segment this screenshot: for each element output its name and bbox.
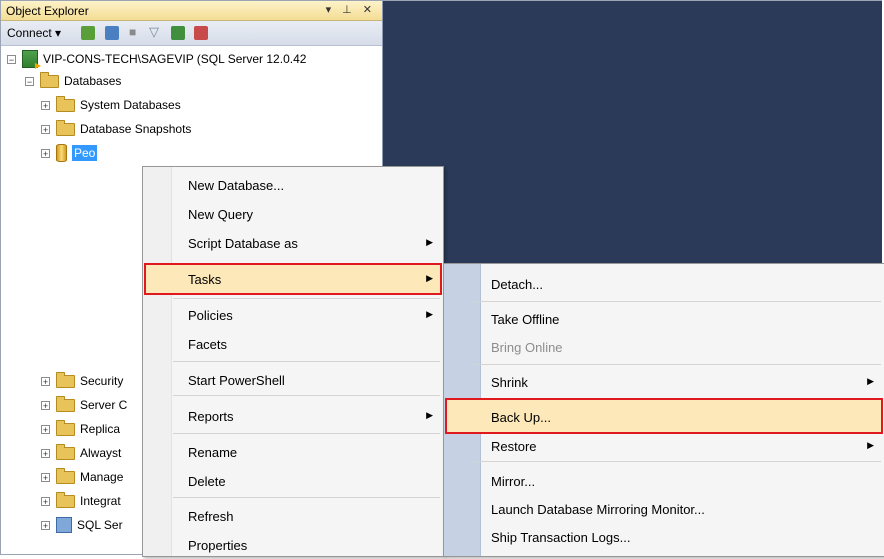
expand-icon[interactable]: + bbox=[41, 448, 50, 458]
submenu-arrow-icon: ▶ bbox=[426, 410, 433, 420]
server-icon bbox=[22, 50, 41, 70]
menu-item-properties[interactable]: Properties bbox=[143, 531, 443, 559]
object-explorer-title: Object Explorer bbox=[6, 4, 89, 18]
menu-item-new-query[interactable]: New Query bbox=[143, 200, 443, 228]
menu-separator bbox=[173, 361, 440, 362]
menu-separator bbox=[474, 461, 881, 462]
system-databases-label: System Databases bbox=[80, 98, 181, 112]
menu-separator bbox=[173, 298, 440, 299]
activity-monitor-icon[interactable] bbox=[194, 26, 208, 40]
menu-item-bring-online: Bring Online bbox=[491, 340, 563, 355]
expand-icon[interactable]: + bbox=[41, 520, 50, 530]
menu-item-reports[interactable]: Reports ▶ bbox=[143, 402, 443, 430]
menu-item-policies[interactable]: Policies ▶ bbox=[143, 301, 443, 329]
menu-item-shrink[interactable]: Shrink ▶ bbox=[444, 368, 884, 396]
sql-agent-label: SQL Ser bbox=[77, 518, 123, 532]
expand-icon[interactable]: + bbox=[41, 400, 50, 410]
disconnect-icon[interactable] bbox=[105, 26, 119, 40]
expand-icon[interactable]: + bbox=[41, 100, 50, 110]
menu-item-start-powershell[interactable]: Start PowerShell bbox=[143, 366, 443, 394]
database-snapshots-label: Database Snapshots bbox=[80, 122, 192, 136]
replication-label: Replica bbox=[80, 422, 121, 436]
expand-icon[interactable]: + bbox=[41, 124, 50, 134]
sql-agent-icon bbox=[56, 517, 72, 533]
tree-node-databases[interactable]: − Databases bbox=[25, 71, 121, 91]
menu-item-facets[interactable]: Facets bbox=[143, 330, 443, 358]
database-icon bbox=[56, 144, 67, 162]
submenu-arrow-icon: ▶ bbox=[426, 273, 433, 283]
security-label: Security bbox=[80, 374, 124, 388]
menu-item-refresh[interactable]: Refresh bbox=[143, 502, 443, 530]
folder-icon bbox=[56, 467, 75, 484]
expand-icon[interactable]: + bbox=[41, 496, 50, 506]
tree-node-replication[interactable]: + Replica bbox=[41, 419, 120, 439]
tree-node-sql-agent[interactable]: + SQL Ser bbox=[41, 515, 123, 535]
tree-node-server-objects[interactable]: + Server C bbox=[41, 395, 127, 415]
object-explorer-titlebar: Object Explorer ▾ ⊥ ✕ bbox=[1, 1, 382, 21]
submenu-arrow-icon: ▶ bbox=[867, 440, 874, 450]
menu-item-delete[interactable]: Delete bbox=[143, 467, 443, 495]
folder-icon bbox=[56, 443, 75, 460]
tree-node-management[interactable]: + Manage bbox=[41, 467, 123, 487]
menu-separator bbox=[173, 433, 440, 434]
menu-item-new-database[interactable]: New Database... bbox=[143, 171, 443, 199]
document-workspace bbox=[383, 1, 882, 271]
panel-window-buttons[interactable]: ▾ ⊥ ✕ bbox=[326, 3, 376, 16]
submenu-arrow-icon: ▶ bbox=[867, 376, 874, 386]
database-context-menu: New Database... New Query Script Databas… bbox=[142, 166, 444, 557]
menu-item-launch-mirroring-monitor[interactable]: Launch Database Mirroring Monitor... bbox=[444, 495, 884, 523]
collapse-icon[interactable]: − bbox=[25, 76, 34, 86]
tasks-submenu: Detach... Take Offline Bring Online Shri… bbox=[443, 263, 884, 557]
management-label: Manage bbox=[80, 470, 124, 484]
object-explorer-toolbar: Connect ▾ ■ ▽ bbox=[1, 21, 382, 46]
folder-icon bbox=[56, 419, 75, 436]
menu-item-ship-transaction-logs[interactable]: Ship Transaction Logs... bbox=[444, 523, 884, 551]
menu-separator bbox=[173, 395, 440, 396]
expand-icon[interactable]: + bbox=[41, 148, 50, 158]
expand-icon[interactable]: + bbox=[41, 472, 50, 482]
server-label: VIP-CONS-TECH\SAGEVIP (SQL Server 12.0.4… bbox=[43, 52, 307, 66]
menu-item-script-database-as[interactable]: Script Database as ▶ bbox=[143, 229, 443, 257]
databases-label: Databases bbox=[64, 74, 122, 88]
expand-icon[interactable]: + bbox=[41, 424, 50, 434]
menu-item-mirror[interactable]: Mirror... bbox=[444, 467, 884, 495]
tree-node-database-snapshots[interactable]: + Database Snapshots bbox=[41, 119, 191, 139]
tree-node-security[interactable]: + Security bbox=[41, 371, 123, 391]
folder-icon bbox=[56, 395, 75, 412]
menu-separator bbox=[173, 497, 440, 498]
selected-database-label: Peo bbox=[72, 145, 98, 161]
tree-node-selected-database[interactable]: + Peo bbox=[41, 143, 98, 163]
expand-icon[interactable]: + bbox=[41, 376, 50, 386]
folder-icon bbox=[56, 119, 75, 136]
server-objects-label: Server C bbox=[80, 398, 128, 412]
menu-separator bbox=[474, 301, 881, 302]
folder-icon bbox=[56, 95, 75, 112]
refresh-icon[interactable] bbox=[171, 26, 185, 40]
submenu-arrow-icon: ▶ bbox=[426, 309, 433, 319]
stop-icon[interactable]: ■ bbox=[129, 25, 136, 39]
folder-icon bbox=[56, 371, 75, 388]
menu-separator bbox=[474, 364, 881, 365]
alwayson-label: Alwayst bbox=[80, 446, 122, 460]
connect-button[interactable]: Connect ▾ bbox=[7, 26, 61, 40]
filter-icon[interactable]: ▽ bbox=[149, 24, 159, 40]
submenu-arrow-icon: ▶ bbox=[426, 237, 433, 247]
collapse-icon[interactable]: − bbox=[7, 54, 16, 64]
menu-item-back-up[interactable]: Back Up... bbox=[444, 403, 884, 431]
menu-item-rename[interactable]: Rename bbox=[143, 438, 443, 466]
menu-item-detach[interactable]: Detach... bbox=[444, 270, 884, 298]
tree-node-server[interactable]: − VIP-CONS-TECH\SAGEVIP (SQL Server 12.0… bbox=[7, 49, 307, 70]
menu-item-take-offline[interactable]: Take Offline bbox=[444, 305, 884, 333]
integration-label: Integrat bbox=[80, 494, 121, 508]
menu-item-tasks[interactable]: Tasks ▶ bbox=[143, 265, 443, 293]
tree-node-integration[interactable]: + Integrat bbox=[41, 491, 121, 511]
tree-node-alwayson[interactable]: + Alwayst bbox=[41, 443, 121, 463]
connect-server-icon[interactable] bbox=[81, 26, 95, 40]
tree-node-system-databases[interactable]: + System Databases bbox=[41, 95, 181, 115]
folder-icon bbox=[40, 71, 59, 88]
folder-icon bbox=[56, 491, 75, 508]
menu-item-restore[interactable]: Restore ▶ bbox=[444, 432, 884, 460]
